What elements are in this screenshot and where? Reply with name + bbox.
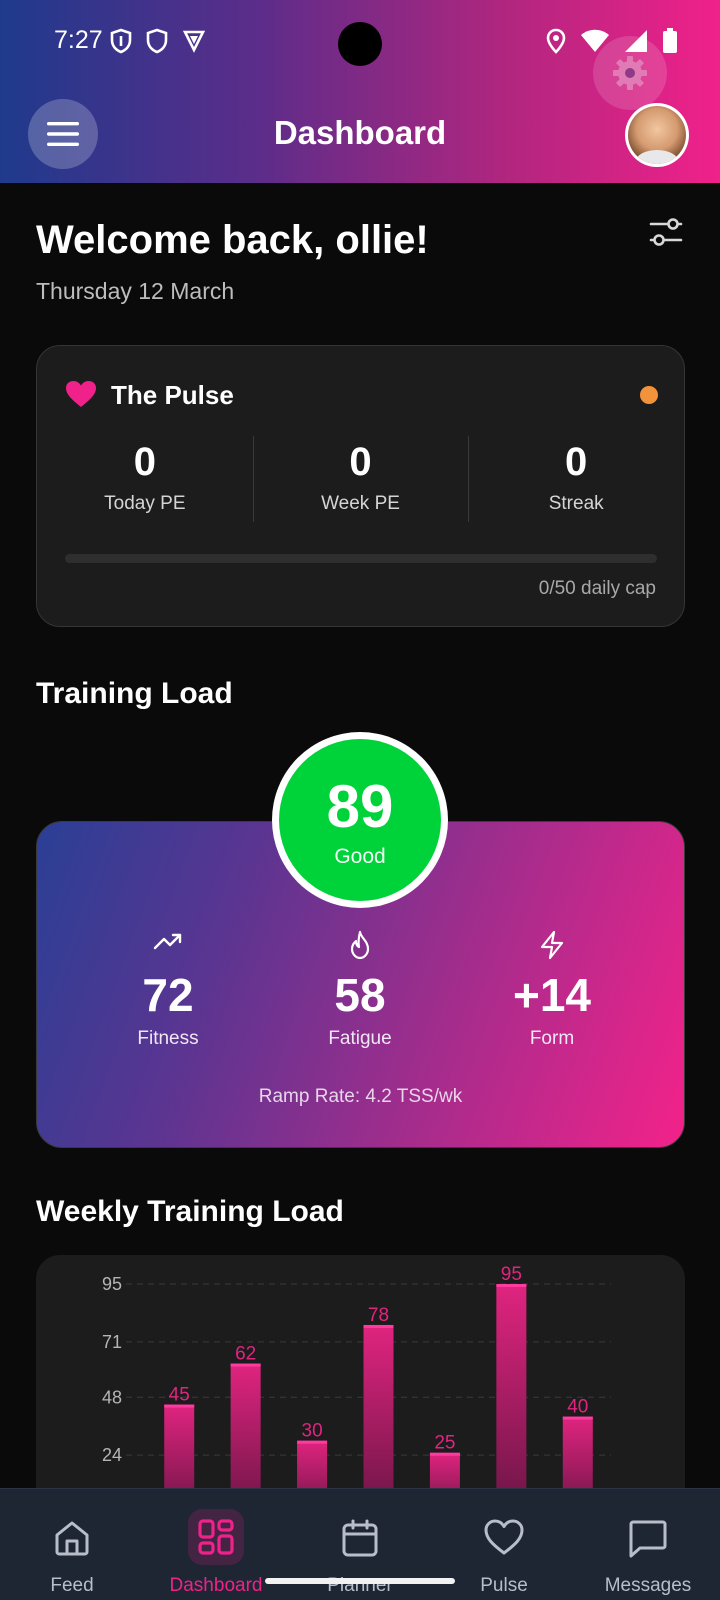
sliders-icon: [649, 218, 683, 246]
metric-value: +14: [512, 969, 592, 1021]
training-score: 89 Good: [272, 732, 448, 908]
training-load-title: Training Load: [36, 677, 233, 710]
pulse-stat-value: 0: [133, 440, 156, 484]
pulse-stats: 0 Today PE 0 Week PE 0 Streak: [37, 436, 684, 526]
chart-bar[interactable]: [496, 1284, 527, 1515]
chart-y-tick-label: 24: [102, 1445, 122, 1465]
training-score-badge: 89 Good: [279, 739, 441, 901]
customize-button[interactable]: [648, 214, 684, 250]
daily-cap-progress: [65, 554, 657, 563]
chart-y-tick-label: 48: [102, 1387, 122, 1407]
avatar[interactable]: [625, 103, 689, 167]
training-score-value: 89: [326, 773, 394, 840]
pulse-card[interactable]: The Pulse 0 Today PE 0 Week PE 0 Streak …: [36, 345, 685, 627]
camera-cutout: [338, 22, 382, 66]
chart-data-label: 45: [169, 1385, 190, 1406]
pulse-stat-week: 0 Week PE: [252, 436, 469, 526]
pulse-stat-streak: 0 Streak: [468, 436, 684, 526]
weekly-load-chart: 95 71 48 24 45 62 30 78 25 95 40: [36, 1255, 685, 1515]
home-indicator[interactable]: [265, 1578, 455, 1584]
chart-bar[interactable]: [363, 1324, 394, 1515]
chart-data-label: 95: [501, 1264, 522, 1285]
weekly-load-title: Weekly Training Load: [36, 1195, 344, 1228]
chart-data-label: 78: [368, 1305, 389, 1326]
chart-data-label: 25: [434, 1433, 455, 1454]
settings-button[interactable]: [593, 36, 667, 110]
location-icon: [546, 28, 566, 54]
pulse-status-dot: [640, 386, 658, 404]
nav-label: Messages: [604, 1575, 692, 1596]
nav-item-feed[interactable]: Feed: [0, 1489, 144, 1600]
ramp-rate: Ramp Rate: 4.2 TSS/wk: [258, 1086, 463, 1107]
metric-label: Fatigue: [328, 1028, 392, 1049]
vpn-icon: [182, 30, 206, 53]
metric-label: Form: [529, 1028, 575, 1049]
shield-icon: [110, 28, 132, 54]
home-icon: [55, 1521, 89, 1556]
metric-value: 58: [334, 969, 386, 1021]
daily-cap-text: 0/50 daily cap: [538, 578, 656, 599]
chart-y-tick-label: 71: [102, 1332, 122, 1352]
pulse-stat-today: 0 Today PE: [37, 436, 253, 526]
heart-icon: [484, 1519, 524, 1555]
pulse-stat-label: Today PE: [104, 493, 186, 514]
heart-icon: [66, 381, 96, 407]
battery-icon: [663, 28, 677, 53]
shield-icon: [146, 28, 168, 54]
trending-up-icon: [153, 933, 182, 950]
pulse-title: The Pulse: [111, 380, 234, 410]
nav-label: Feed: [50, 1575, 94, 1596]
status-icons-left: [110, 28, 206, 54]
welcome-heading: Welcome back, ollie!: [36, 218, 429, 262]
app-header: 7:27 Dashboard: [0, 0, 720, 183]
message-icon: [629, 1520, 667, 1558]
status-time: 7:27: [54, 26, 103, 54]
dashboard-icon: [198, 1519, 234, 1555]
flame-icon: [350, 930, 370, 960]
chart-y-tick-label: 95: [102, 1274, 122, 1294]
pulse-stat-label: Streak: [548, 493, 604, 514]
current-date: Thursday 12 March: [36, 278, 235, 304]
gear-icon: [613, 56, 647, 90]
weekly-load-chart-svg: 95 71 48 24 45 62 30 78 25 95 40: [102, 1264, 611, 1515]
pulse-stat-value: 0: [565, 440, 588, 484]
chart-data-label: 40: [567, 1397, 588, 1418]
pulse-stat-value: 0: [349, 440, 372, 484]
chart-data-label: 30: [302, 1421, 323, 1442]
zap-icon: [540, 930, 564, 960]
chart-data-label: 62: [235, 1344, 256, 1365]
metric-fitness: 72 Fitness: [68, 930, 268, 1050]
calendar-icon: [342, 1519, 378, 1557]
metric-fatigue: 58 Fatigue: [260, 930, 460, 1050]
nav-item-messages[interactable]: Messages: [576, 1489, 720, 1600]
metric-form: +14 Form: [452, 930, 652, 1050]
training-score-label: Good: [334, 845, 386, 868]
pulse-stat-label: Week PE: [321, 493, 400, 514]
metric-value: 72: [142, 969, 194, 1021]
page-title: Dashboard: [273, 114, 447, 151]
metric-label: Fitness: [137, 1028, 199, 1049]
